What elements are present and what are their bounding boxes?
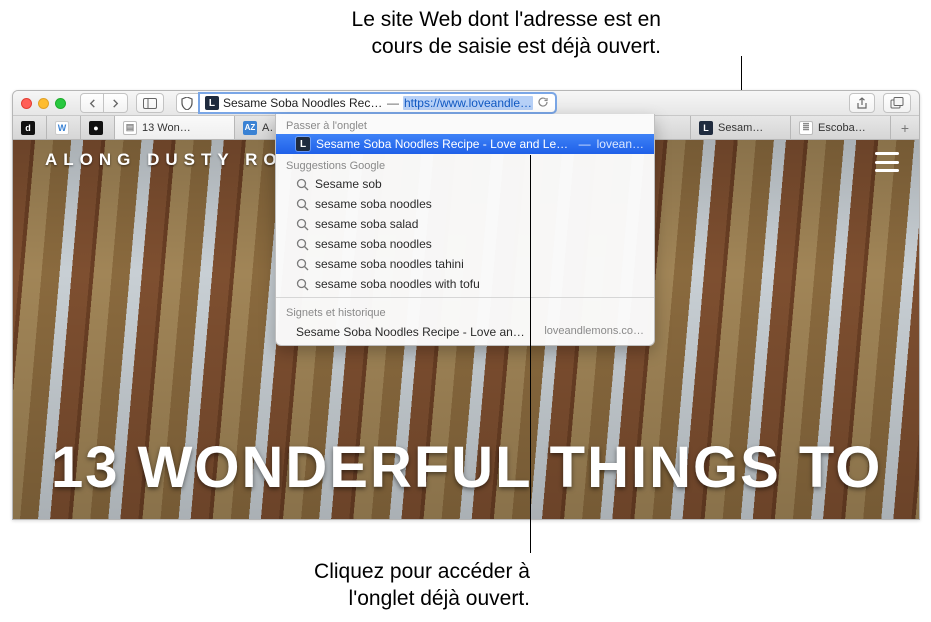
share-button[interactable] — [849, 93, 875, 113]
google-suggestion-5[interactable]: sesame soba noodles with tofu — [276, 274, 654, 294]
reload-icon[interactable] — [537, 96, 549, 111]
hero-headline: 13 WONDERFUL THINGS TO — [51, 434, 882, 501]
callout-bottom-line1: Cliquez pour accéder à — [185, 558, 530, 585]
google-suggestion-1[interactable]: sesame soba noodles — [276, 194, 654, 214]
callout-top-line1: Le site Web dont l'adresse est en — [261, 6, 661, 33]
tab-favicon-icon: W — [55, 121, 69, 135]
switch-to-tab-header: Passer à l'onglet — [276, 114, 654, 134]
callout-bottom: Cliquez pour accéder à l'onglet déjà ouv… — [185, 558, 530, 613]
tab-3[interactable]: ▤ 13 Won… — [115, 116, 235, 139]
search-icon — [296, 198, 309, 211]
suggestion-text: sesame soba noodles — [315, 237, 432, 251]
dropdown-separator — [276, 297, 654, 298]
leader-line-bottom — [530, 155, 531, 553]
address-typed-text: Sesame Soba Noodles Reci… — [223, 96, 383, 110]
suggestion-text: sesame soba noodles — [315, 197, 432, 211]
suggestion-title: Sesame Soba Noodles Recipe - Love and Le… — [316, 137, 573, 151]
tab-6[interactable]: ≣ Escoba… — [791, 116, 891, 139]
tab-favicon-icon: d — [21, 121, 35, 135]
tab-favicon-icon: L — [699, 121, 713, 135]
address-autocomplete-url: https://www.loveandle… — [403, 96, 533, 110]
tab-label: 13 Won… — [142, 122, 191, 134]
address-separator: — — [387, 96, 399, 110]
suggestion-favicon-icon: L — [296, 137, 310, 151]
tab-favicon-icon: AZ — [243, 121, 257, 135]
google-suggestions-header: Suggestions Google — [276, 154, 654, 174]
history-header: Signets et historique — [276, 301, 654, 321]
google-suggestion-4[interactable]: sesame soba noodles tahini — [276, 254, 654, 274]
back-button[interactable] — [80, 93, 104, 113]
nav-back-forward — [80, 93, 128, 113]
suggestion-text: sesame soba noodles tahini — [315, 257, 464, 271]
right-toolbar — [849, 93, 911, 113]
site-favicon-icon: L — [205, 96, 219, 110]
tab-1[interactable]: W — [47, 116, 81, 139]
hamburger-menu-button[interactable] — [875, 152, 899, 172]
tab-favicon-icon: ▤ — [123, 121, 137, 135]
callout-bottom-line2: l'onglet déjà ouvert. — [185, 585, 530, 612]
close-window-button[interactable] — [21, 98, 32, 109]
suggestion-text: Sesame sob — [315, 177, 382, 191]
search-icon — [296, 278, 309, 291]
tab-5[interactable]: L Sesam… — [691, 116, 791, 139]
history-domain: loveandlemons.co… — [544, 325, 644, 339]
history-item[interactable]: Sesame Soba Noodles Recipe - Love an… lo… — [276, 321, 654, 345]
search-icon — [296, 218, 309, 231]
window-controls — [21, 98, 66, 109]
suggestion-text: sesame soba salad — [315, 217, 418, 231]
tabs-overview-button[interactable] — [883, 93, 911, 113]
titlebar: L Sesame Soba Noodles Reci… — https://ww… — [13, 91, 919, 116]
search-icon — [296, 258, 309, 271]
suggestion-source: lovean… — [597, 137, 644, 151]
callout-top-line2: cours de saisie est déjà ouvert. — [261, 33, 661, 60]
minimize-window-button[interactable] — [38, 98, 49, 109]
tab-favicon-icon: ≣ — [799, 121, 813, 135]
google-suggestion-2[interactable]: sesame soba salad — [276, 214, 654, 234]
address-bar-group: L Sesame Soba Noodles Reci… — https://ww… — [176, 93, 556, 113]
search-icon — [296, 178, 309, 191]
google-suggestion-0[interactable]: Sesame sob — [276, 174, 654, 194]
forward-button[interactable] — [104, 93, 128, 113]
switch-to-tab-item[interactable]: L Sesame Soba Noodles Recipe - Love and … — [276, 134, 654, 154]
callout-top: Le site Web dont l'adresse est en cours … — [261, 6, 661, 61]
google-suggestion-3[interactable]: sesame soba noodles — [276, 234, 654, 254]
site-name: ALONG DUSTY RO — [45, 150, 283, 170]
address-suggestions-dropdown: Passer à l'onglet L Sesame Soba Noodles … — [275, 114, 655, 346]
new-tab-button[interactable]: + — [891, 116, 919, 139]
sidebar-toggle-button[interactable] — [136, 93, 164, 113]
maximize-window-button[interactable] — [55, 98, 66, 109]
tab-label: A… — [262, 122, 274, 134]
tab-label: Sesam… — [718, 122, 763, 134]
search-icon — [296, 238, 309, 251]
tab-favicon-icon: ● — [89, 121, 103, 135]
privacy-shield-button[interactable] — [176, 93, 199, 113]
tab-label: Escoba… — [818, 122, 866, 134]
address-bar[interactable]: L Sesame Soba Noodles Reci… — https://ww… — [199, 93, 556, 113]
tab-2[interactable]: ● — [81, 116, 115, 139]
tab-0[interactable]: d — [13, 116, 47, 139]
history-title: Sesame Soba Noodles Recipe - Love an… — [296, 325, 536, 339]
suggestion-text: sesame soba noodles with tofu — [315, 277, 480, 291]
